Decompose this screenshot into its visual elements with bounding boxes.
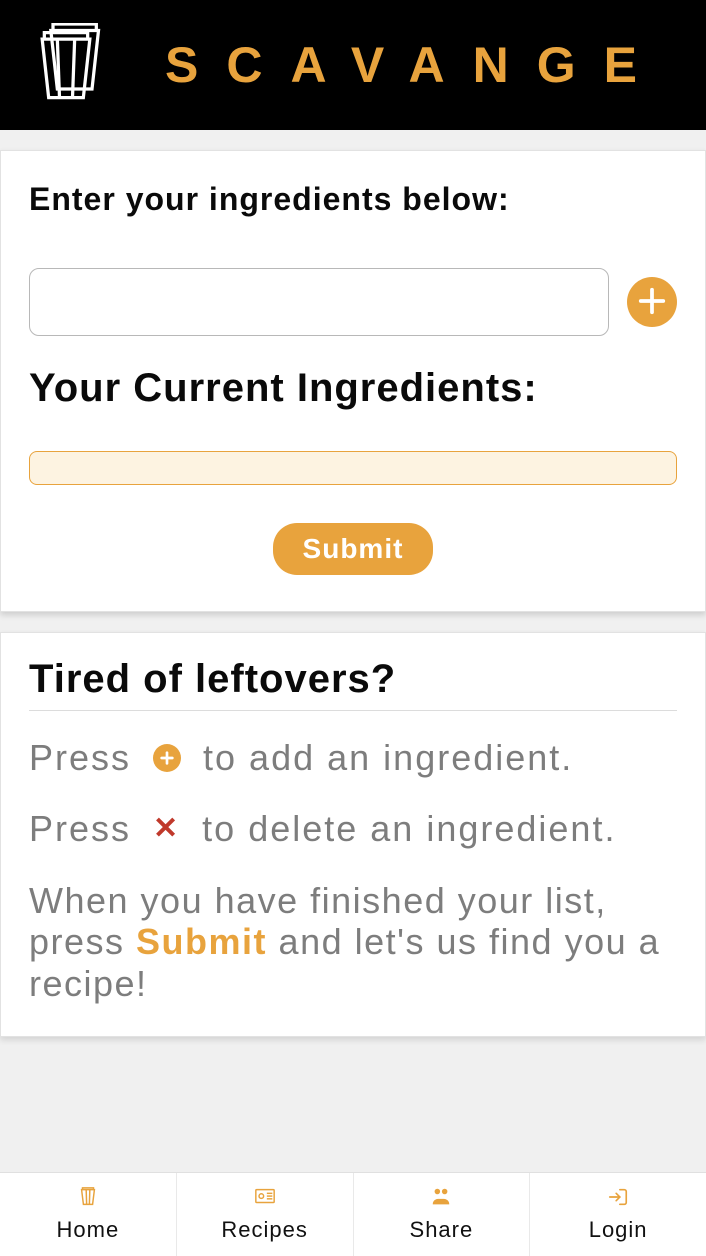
instruction-press-text: Press [29,737,131,778]
home-icon [75,1186,101,1213]
share-icon [428,1186,454,1213]
ingredients-card: Enter your ingredients below: Your Curre… [0,150,706,612]
nav-login[interactable]: Login [530,1173,706,1256]
brand-logo-icon [40,23,105,108]
nav-login-label: Login [589,1217,648,1243]
instruction-press-text: Press [29,808,131,849]
ingredients-list [29,451,677,485]
nav-recipes-label: Recipes [221,1217,307,1243]
ingredient-input[interactable] [29,268,609,336]
nav-recipes[interactable]: Recipes [177,1173,354,1256]
instruction-add-text: to add an ingredient. [203,737,573,778]
login-icon [605,1186,631,1213]
instruction-add-line: Press to add an ingredient. [29,737,677,778]
ingredient-input-row [29,268,677,336]
submit-button[interactable]: Submit [273,523,434,575]
brand-name: SCAVANGE [165,36,665,94]
plus-icon [637,286,667,319]
bottom-nav: Home Recipes Share Login [0,1172,706,1256]
instruction-submit-paragraph: When you have finished your list, press … [29,880,677,1004]
add-ingredient-button[interactable] [627,277,677,327]
nav-home-label: Home [57,1217,120,1243]
x-icon: ✕ [153,812,180,847]
enter-ingredients-label: Enter your ingredients below: [29,181,677,218]
recipes-icon [252,1186,278,1213]
plus-icon [153,744,181,772]
instructions-card: Tired of leftovers? Press to add an ingr… [0,632,706,1037]
nav-share[interactable]: Share [354,1173,531,1256]
instruction-delete-line: Press ✕ to delete an ingredient. [29,808,677,849]
current-ingredients-label: Your Current Ingredients: [29,366,677,411]
nav-share-label: Share [410,1217,474,1243]
instruction-submit-highlight: Submit [136,921,267,962]
app-header: SCAVANGE [0,0,706,130]
instruction-delete-text: to delete an ingredient. [202,808,616,849]
instructions-title: Tired of leftovers? [29,657,677,711]
nav-home[interactable]: Home [0,1173,177,1256]
